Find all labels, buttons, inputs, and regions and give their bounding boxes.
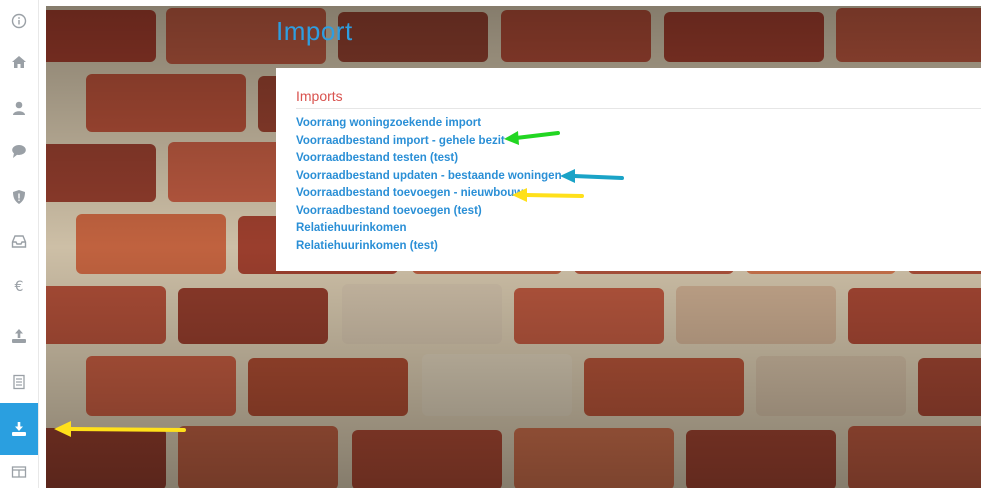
- inbox-icon: [11, 235, 27, 248]
- user-icon: [13, 101, 25, 115]
- download-icon: [12, 422, 26, 436]
- sidebar-item-finance[interactable]: €: [0, 259, 38, 313]
- link-voorraadbestand-testen[interactable]: Voorraadbestand testen (test): [296, 150, 562, 168]
- sidebar-item-window[interactable]: [0, 445, 38, 499]
- blue-arrow-icon: [560, 169, 624, 183]
- document-icon: [13, 374, 25, 390]
- link-voorraadbestand-updaten[interactable]: Voorraadbestand updaten - bestaande woni…: [296, 168, 562, 186]
- sidebar-item-documents[interactable]: [0, 355, 38, 409]
- chat-icon: [12, 145, 26, 158]
- imports-card: Imports Voorrang woningzoekende import V…: [276, 68, 981, 271]
- link-relatiehuurinkomen[interactable]: Relatiehuurinkomen: [296, 220, 562, 238]
- info-icon: [11, 13, 27, 29]
- svg-text:€: €: [15, 279, 24, 294]
- green-arrow-icon: [504, 131, 560, 145]
- yellow-arrow-icon: [512, 188, 584, 202]
- sidebar: €: [0, 0, 39, 488]
- page-title: Import: [276, 16, 353, 46]
- euro-icon: €: [15, 279, 24, 294]
- yellow-arrow-sidebar-icon: [54, 421, 186, 437]
- window-icon: [11, 466, 27, 478]
- imports-header: Imports: [296, 88, 981, 109]
- upload-icon: [12, 329, 26, 343]
- home-icon: [12, 56, 26, 68]
- link-relatiehuurinkomen-test[interactable]: Relatiehuurinkomen (test): [296, 238, 562, 256]
- shield-icon: [13, 190, 25, 204]
